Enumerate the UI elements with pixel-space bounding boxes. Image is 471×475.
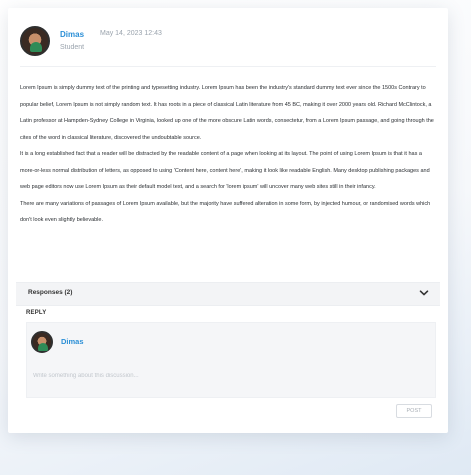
post-button[interactable]: POST [396,404,432,418]
author-avatar [20,26,50,56]
post-header: Dimas May 14, 2023 12:43 Student [20,26,436,66]
post-author[interactable]: Dimas [60,30,84,39]
post-paragraph-2: It is a long established fact that a rea… [20,151,430,190]
post-paragraph-3: There are many variations of passages of… [20,200,431,224]
reply-author: Dimas [61,337,84,346]
reply-avatar [31,331,53,353]
post-date: May 14, 2023 12:43 [100,30,162,37]
post-body: Lorem Ipsum is simply dummy text of the … [20,80,436,229]
reply-box: Dimas [26,322,436,398]
header-divider [20,66,436,67]
post-paragraph-1: Lorem Ipsum is simply dummy text of the … [20,85,434,141]
responses-toggle[interactable]: Responses (2) [16,282,440,306]
reply-label: REPLY [26,310,47,316]
chevron-down-icon[interactable] [418,287,430,299]
responses-label: Responses (2) [28,289,73,296]
reply-input[interactable] [31,365,425,387]
author-role: Student [60,44,85,51]
